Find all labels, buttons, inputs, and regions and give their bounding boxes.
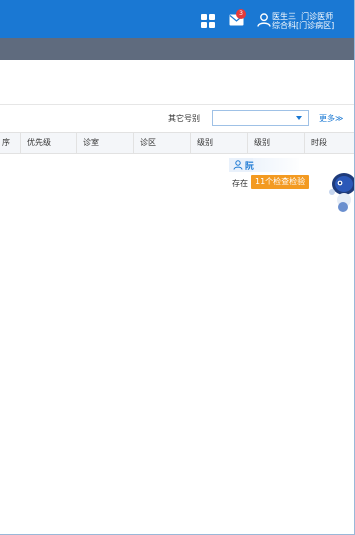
column-header[interactable]: 时段 <box>304 133 327 153</box>
unread-mail-badge: 3 <box>236 9 246 19</box>
column-header[interactable]: 级别 <box>247 133 270 153</box>
column-header[interactable]: 序 <box>0 133 10 153</box>
user-department: 综合科[门诊病区] <box>272 21 335 30</box>
patient-icon <box>233 160 243 170</box>
user-name: 医生三 <box>272 12 296 21</box>
column-header[interactable]: 级别 <box>190 133 213 153</box>
user-icon[interactable] <box>257 13 271 27</box>
column-header[interactable]: 诊室 <box>76 133 99 153</box>
exam-count-tag[interactable]: 11个检查检验 <box>251 175 310 189</box>
user-info[interactable]: 医生三 门诊医师 综合科[门诊病区] <box>272 12 334 30</box>
table-header: 序 优先级 诊室 诊区 级别 级别 时段 <box>0 132 354 154</box>
robot-assistant-icon[interactable] <box>327 170 354 212</box>
more-filters-link[interactable]: 更多≫ <box>319 113 343 124</box>
secondary-nav-bar <box>0 38 354 60</box>
top-header-bar: 3 医生三 门诊医师 综合科[门诊病区] <box>0 0 354 38</box>
other-number-select[interactable] <box>212 110 309 126</box>
user-role: 门诊医师 <box>301 12 334 21</box>
other-number-label: 其它号别 <box>168 114 200 123</box>
chevron-down-icon <box>296 116 302 120</box>
apps-grid-icon[interactable] <box>201 14 215 28</box>
column-header[interactable]: 优先级 <box>20 133 51 153</box>
name-fade-overlay <box>253 155 303 177</box>
filter-row: 其它号别 更多≫ <box>0 104 354 132</box>
column-header[interactable]: 诊区 <box>133 133 156 153</box>
status-text: 存在 <box>232 179 248 188</box>
app-window: 3 医生三 门诊医师 综合科[门诊病区] 其它号别 更多≫ 序 优先级 诊室 诊… <box>0 0 355 535</box>
